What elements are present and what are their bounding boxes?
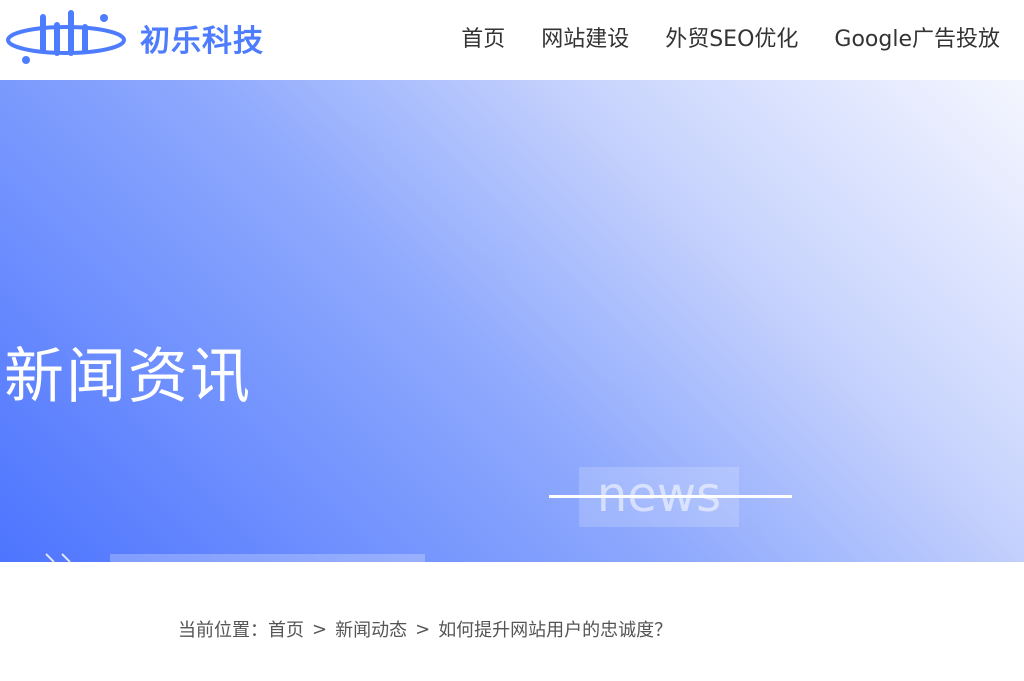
logo-mark-icon: [6, 10, 126, 64]
hero-banner: 新闻资讯 news: [0, 80, 1024, 562]
breadcrumb-current: 如何提升网站用户的忠诚度？: [438, 620, 673, 641]
breadcrumb-home[interactable]: 首页: [268, 616, 304, 642]
logo-text: 初乐科技: [140, 24, 264, 59]
breadcrumb-prefix: 当前位置：: [178, 620, 268, 641]
breadcrumb-separator: >: [415, 618, 431, 640]
nav-item-home[interactable]: 首页: [461, 22, 505, 58]
breadcrumb-separator: >: [312, 618, 328, 640]
banner-decor-bar: [110, 554, 425, 562]
news-strike-line: [549, 495, 792, 498]
main-nav: 首页 网站建设 外贸SEO优化 Google广告投放: [425, 22, 1024, 58]
breadcrumb-news[interactable]: 新闻动态: [335, 616, 407, 642]
site-logo[interactable]: 初乐科技: [4, 6, 294, 70]
nav-item-seo[interactable]: 外贸SEO优化: [665, 22, 798, 58]
site-header: 初乐科技 首页 网站建设 外贸SEO优化 Google广告投放: [0, 0, 1024, 80]
breadcrumb: 当前位置： 首页 > 新闻动态 > 如何提升网站用户的忠诚度？: [178, 616, 672, 642]
nav-item-google-ads[interactable]: Google广告投放: [834, 22, 1000, 58]
banner-title: 新闻资讯: [4, 342, 252, 412]
double-chevron-icon: [45, 553, 71, 562]
nav-item-website-building[interactable]: 网站建设: [541, 22, 629, 58]
